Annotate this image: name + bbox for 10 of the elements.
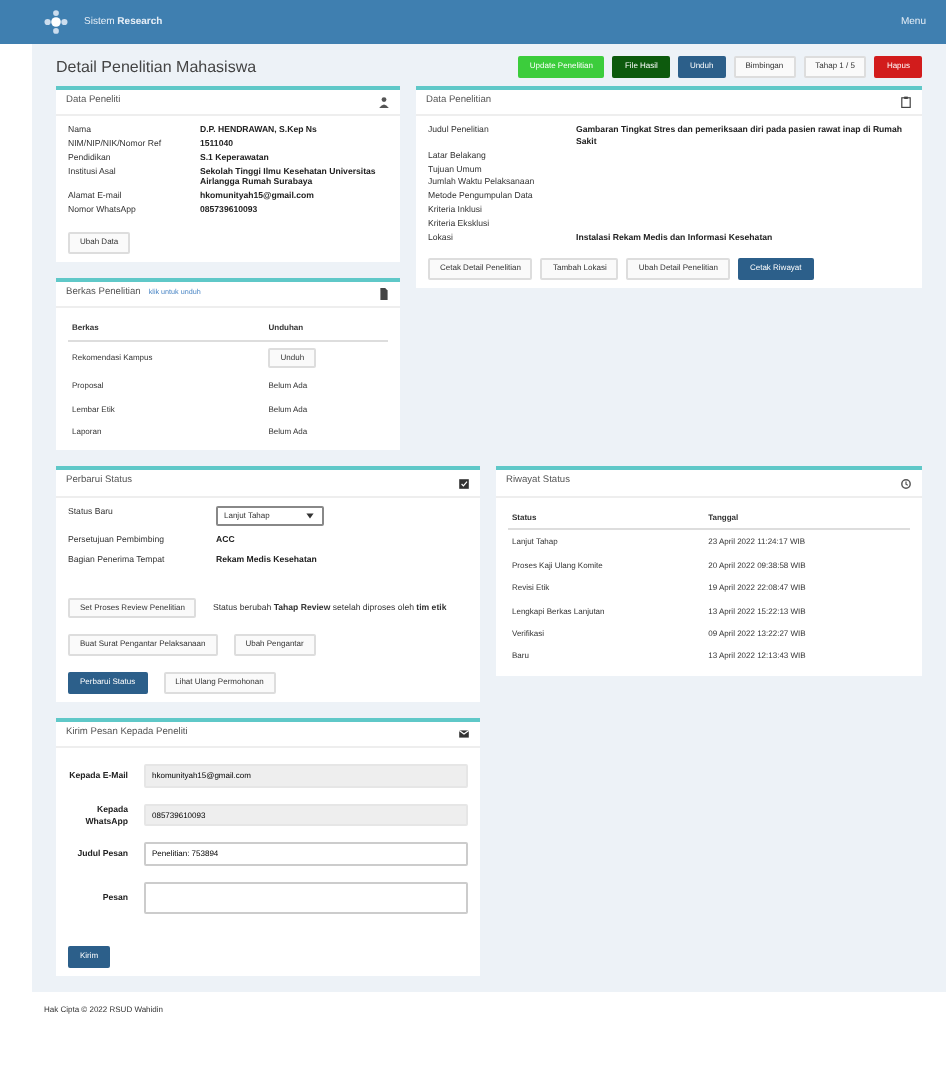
checkbox-icon <box>458 477 470 490</box>
user-icon <box>378 96 390 109</box>
logo-icon <box>44 10 68 34</box>
message-icon <box>458 728 470 741</box>
clipboard-icon <box>900 96 912 109</box>
document-icon <box>378 287 390 300</box>
message-field[interactable] <box>144 881 468 914</box>
page-title: Detail Penelitian Mahasiswa <box>56 57 257 77</box>
caret-icon <box>304 509 316 522</box>
history-icon <box>900 477 912 490</box>
